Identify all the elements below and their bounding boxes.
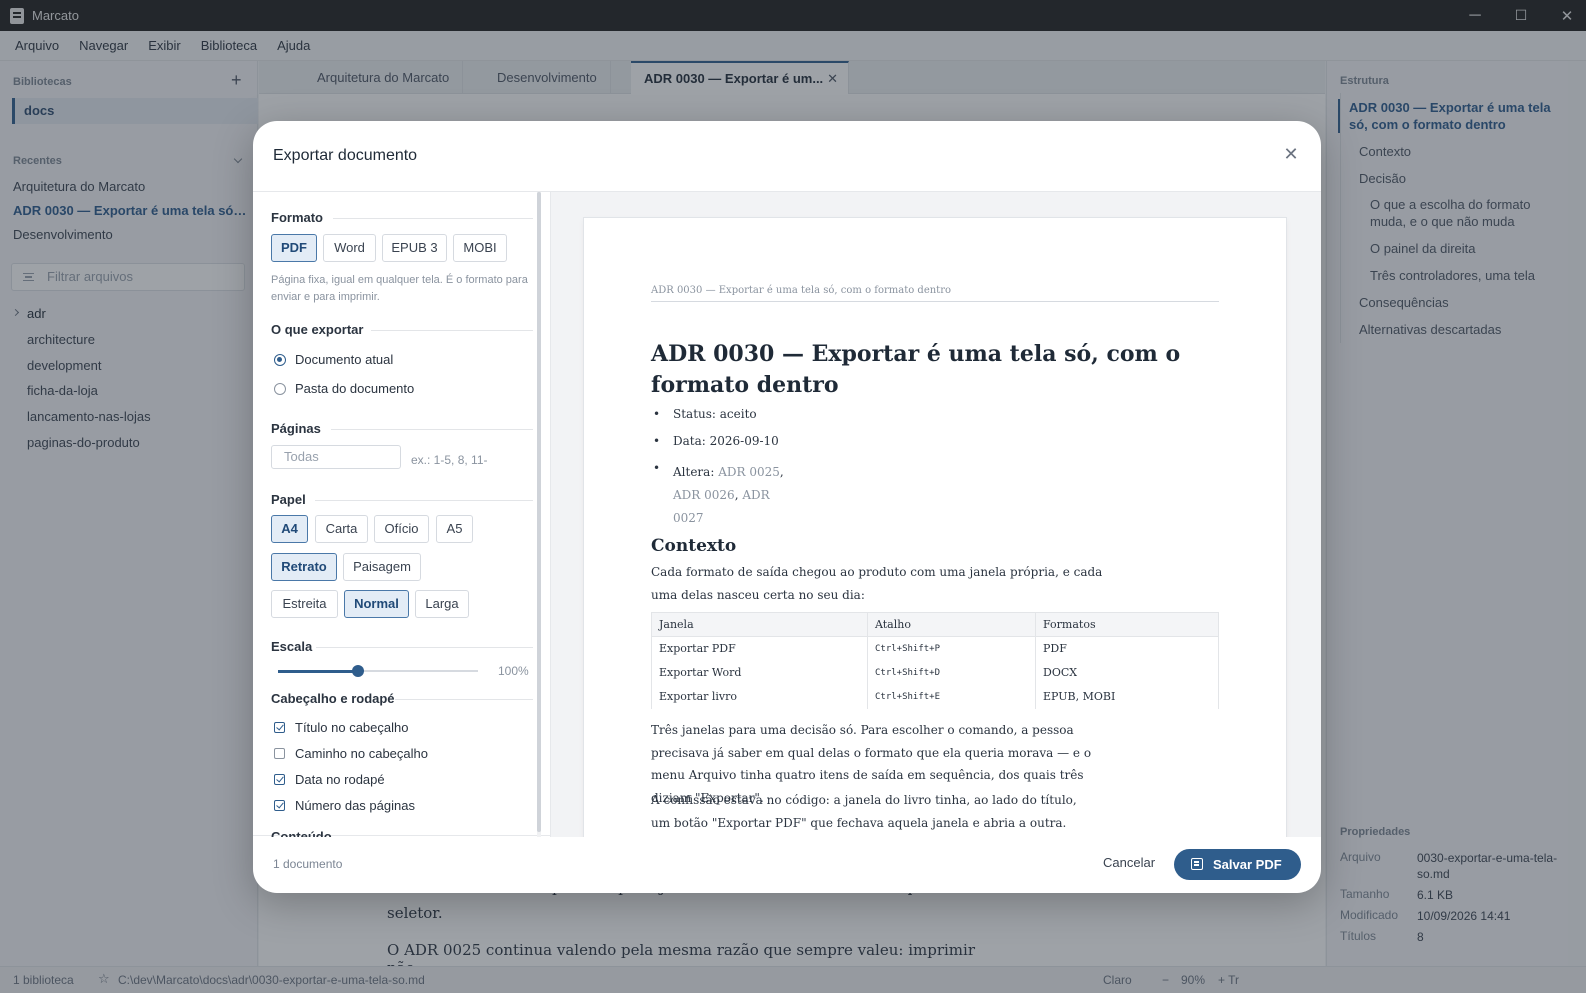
scale-slider-fill <box>278 669 358 673</box>
save-icon <box>1191 858 1203 870</box>
orientation-landscape[interactable]: Paisagem <box>343 553 421 581</box>
content-label: Conteúdo <box>271 829 332 837</box>
preview-running-header: ADR 0030 — Exportar é uma tela só, com o… <box>651 285 1219 302</box>
preview-context-heading: Contexto <box>651 536 737 556</box>
orientation-portrait[interactable]: Retrato <box>271 553 337 581</box>
table-header: Atalho <box>867 612 1036 637</box>
radio-label: Documento atual <box>295 352 394 367</box>
format-epub[interactable]: EPUB 3 <box>382 234 447 262</box>
table-row: Exportar livro Ctrl+Shift+E EPUB, MOBI <box>651 684 1219 709</box>
save-pdf-button[interactable]: Salvar PDF <box>1174 849 1301 880</box>
radio-current-document[interactable] <box>274 354 286 366</box>
format-word[interactable]: Word <box>323 234 376 262</box>
scale-slider-thumb[interactable] <box>352 665 364 677</box>
paper-label: Papel <box>271 492 306 507</box>
checkbox-date-footer[interactable] <box>274 774 285 785</box>
export-preview[interactable]: ADR 0030 — Exportar é uma tela só, com o… <box>551 192 1321 837</box>
format-hint: Página fixa, igual em qualquer tela. É o… <box>271 274 528 303</box>
margin-wide[interactable]: Larga <box>415 590 469 618</box>
table-row: Exportar Word Ctrl+Shift+D DOCX <box>651 660 1219 685</box>
format-pdf[interactable]: PDF <box>271 234 317 262</box>
cancel-button[interactable]: Cancelar <box>1089 848 1169 877</box>
close-icon: ✕ <box>1283 144 1299 164</box>
scale-slider[interactable] <box>278 665 478 677</box>
radio-folder[interactable] <box>274 383 286 395</box>
format-mobi[interactable]: MOBI <box>453 234 507 262</box>
pages-label: Páginas <box>271 421 321 436</box>
preview-alters: Altera: ADR 0025, ADR 0026, ADR 0027 <box>673 465 784 525</box>
checkbox-label: Número das páginas <box>295 798 415 813</box>
table-header: Janela <box>651 612 868 637</box>
radio-label: Pasta do documento <box>295 381 415 396</box>
what-label: O que exportar <box>271 322 364 337</box>
preview-date: Data: 2026-09-10 <box>673 434 779 448</box>
checkbox-label: Caminho no cabeçalho <box>295 746 428 761</box>
preview-status: Status: aceito <box>673 407 757 421</box>
scale-value: 100% <box>498 664 529 678</box>
pages-input[interactable]: Todas <box>271 445 401 469</box>
checkbox-path-header[interactable] <box>274 748 285 759</box>
paper-a5[interactable]: A5 <box>436 515 473 543</box>
checkbox-label: Título no cabeçalho <box>295 720 409 735</box>
scale-label: Escala <box>271 639 313 654</box>
preview-page: ADR 0030 — Exportar é uma tela só, com o… <box>584 218 1286 837</box>
table-row: Exportar PDF Ctrl+Shift+P PDF <box>651 636 1219 661</box>
preview-paragraph: Cada formato de saída chegou ao produto … <box>651 565 1103 602</box>
format-label: Formato <box>271 210 323 225</box>
export-dialog: Exportar documento ✕ Formato PDF Word EP… <box>253 121 1321 893</box>
preview-table: Janela Atalho Formatos Exportar PDF Ctrl+… <box>651 612 1219 709</box>
document-count: 1 documento <box>273 857 343 871</box>
paper-carta[interactable]: Carta <box>315 515 368 543</box>
table-header: Formatos <box>1035 612 1219 637</box>
margin-narrow[interactable]: Estreita <box>271 590 338 618</box>
paper-a4[interactable]: A4 <box>271 515 308 543</box>
checkbox-title-header[interactable] <box>274 722 285 733</box>
margin-normal[interactable]: Normal <box>344 590 409 618</box>
preview-paragraph: A confissão estava no código: a janela d… <box>651 793 1077 830</box>
export-options[interactable]: Formato PDF Word EPUB 3 MOBI Página fixa… <box>253 192 551 837</box>
close-dialog-button[interactable]: ✕ <box>1280 143 1302 165</box>
checkbox-label: Data no rodapé <box>295 772 385 787</box>
preview-title: ADR 0030 — Exportar é uma tela só, com o… <box>651 341 1181 398</box>
paper-oficio[interactable]: Ofício <box>374 515 429 543</box>
dialog-title: Exportar documento <box>273 147 418 164</box>
checkbox-page-numbers[interactable] <box>274 800 285 811</box>
pages-hint: ex.: 1-5, 8, 11- <box>411 453 488 467</box>
dialog-body: Formato PDF Word EPUB 3 MOBI Página fixa… <box>253 191 1321 837</box>
header-footer-label: Cabeçalho e rodapé <box>271 691 395 706</box>
